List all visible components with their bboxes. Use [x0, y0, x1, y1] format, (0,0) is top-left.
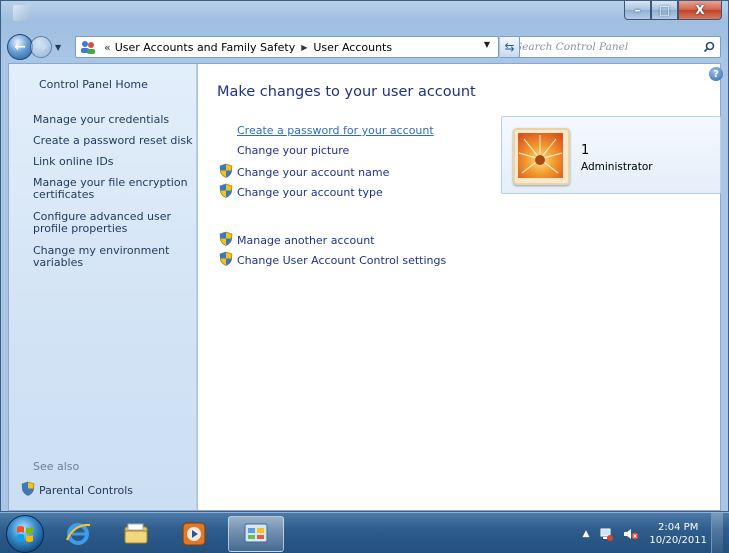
uac-shield-icon: [219, 183, 233, 201]
internet-explorer-icon: [65, 523, 91, 545]
folder-icon: [124, 523, 148, 544]
task-label: Change User Account Control settings: [237, 253, 447, 267]
taskbar-windows-explorer[interactable]: [108, 516, 164, 552]
address-overflow-chevron[interactable]: «: [104, 41, 111, 54]
title-bar[interactable]: – □ X: [1, 1, 728, 31]
minimize-button[interactable]: –: [624, 1, 651, 20]
refresh-button[interactable]: ⇆: [500, 36, 520, 58]
task-label: Manage another account: [237, 233, 375, 247]
content-area: Control Panel Home Manage your credentia…: [8, 63, 723, 511]
see-also-heading: See also: [33, 460, 80, 473]
address-bar[interactable]: « User Accounts and Family Safety ▶ User…: [75, 36, 499, 58]
sidebar-manage-file-encryption[interactable]: Manage your file encryption certificates: [33, 177, 193, 201]
account-picture[interactable]: [513, 128, 570, 185]
network-icon[interactable]: [599, 527, 614, 541]
show-desktop-button[interactable]: [711, 513, 723, 553]
task-label: Change your account type: [237, 185, 383, 199]
page-title: Make changes to your user account: [217, 84, 476, 100]
start-button[interactable]: [6, 515, 44, 553]
notification-area: ▲ 2:04 PM 10/20/2011: [582, 513, 723, 553]
taskbar: ▲ 2:04 PM 10/20/2011: [0, 512, 729, 553]
taskbar-media-player[interactable]: [166, 516, 222, 552]
task-change-account-name[interactable]: Change your account name: [219, 163, 389, 181]
account-card: 1 Administrator: [501, 116, 721, 194]
show-hidden-icons-button[interactable]: ▲: [582, 529, 589, 539]
task-create-password[interactable]: Create a password for your account: [237, 124, 434, 137]
volume-muted-icon[interactable]: [623, 527, 639, 541]
uac-shield-icon: [219, 163, 233, 181]
forward-button[interactable]: →: [30, 36, 52, 58]
sidebar-parental-controls[interactable]: Parental Controls: [21, 481, 133, 499]
window-icon: [13, 5, 31, 21]
media-player-icon: [182, 522, 206, 546]
task-label: Change your account name: [237, 165, 390, 179]
help-button[interactable]: ?: [709, 67, 723, 81]
user-accounts-icon: [80, 40, 96, 54]
clock-time: 2:04 PM: [658, 521, 699, 533]
sidebar-create-password-reset-disk[interactable]: Create a password reset disk: [33, 135, 193, 147]
search-icon[interactable]: [703, 41, 715, 56]
sidebar-control-panel-home[interactable]: Control Panel Home: [39, 79, 199, 91]
clock-date: 10/20/2011: [649, 534, 707, 546]
taskbar-internet-explorer[interactable]: [50, 516, 106, 552]
uac-shield-icon: [219, 251, 233, 269]
task-change-picture[interactable]: Change your picture: [237, 144, 349, 157]
taskbar-control-panel[interactable]: [228, 516, 284, 552]
uac-shield-icon: [21, 481, 35, 499]
uac-shield-icon: [219, 231, 233, 249]
task-change-uac-settings[interactable]: Change User Account Control settings: [219, 251, 446, 269]
navigation-bar: ← → ▼ « User Accounts and Family Safety …: [1, 31, 728, 61]
breadcrumb-user-accounts[interactable]: User Accounts: [313, 41, 392, 54]
caption-buttons: – □ X: [624, 1, 722, 20]
nav-buttons: ← → ▼: [7, 34, 61, 60]
maximize-button[interactable]: □: [651, 1, 678, 20]
windows-logo-icon: [17, 526, 33, 542]
account-type: Administrator: [581, 161, 653, 173]
main-panel: ? Make changes to your user account Crea…: [198, 64, 723, 510]
sidebar-advanced-profile-properties[interactable]: Configure advanced user profile properti…: [33, 211, 193, 235]
task-label: Change your picture: [237, 144, 350, 157]
system-clock[interactable]: 2:04 PM 10/20/2011: [649, 521, 707, 547]
task-label: Create a password for your account: [237, 124, 434, 137]
recent-pages-dropdown[interactable]: ▼: [55, 43, 61, 52]
task-manage-another-account[interactable]: Manage another account: [219, 231, 375, 249]
parental-controls-label: Parental Controls: [39, 483, 133, 497]
explorer-window: – □ X ← → ▼ « User Accounts and Family S…: [0, 0, 729, 512]
account-name: 1: [581, 143, 590, 158]
control-panel-icon: [244, 523, 268, 543]
task-change-account-type[interactable]: Change your account type: [219, 183, 383, 201]
breadcrumb-separator[interactable]: ▶: [301, 43, 307, 52]
close-button[interactable]: X: [678, 1, 722, 20]
breadcrumb-user-accounts-family-safety[interactable]: User Accounts and Family Safety: [115, 41, 295, 54]
sidebar-environment-variables[interactable]: Change my environment variables: [33, 245, 193, 269]
sidebar-manage-credentials[interactable]: Manage your credentials: [33, 114, 193, 126]
flower-picture-icon: [518, 133, 563, 178]
task-pane: Control Panel Home Manage your credentia…: [9, 64, 197, 510]
address-dropdown[interactable]: ▼: [484, 40, 490, 49]
search-input[interactable]: [515, 38, 695, 56]
sidebar-link-online-ids[interactable]: Link online IDs: [33, 156, 193, 168]
search-box: [508, 36, 721, 58]
